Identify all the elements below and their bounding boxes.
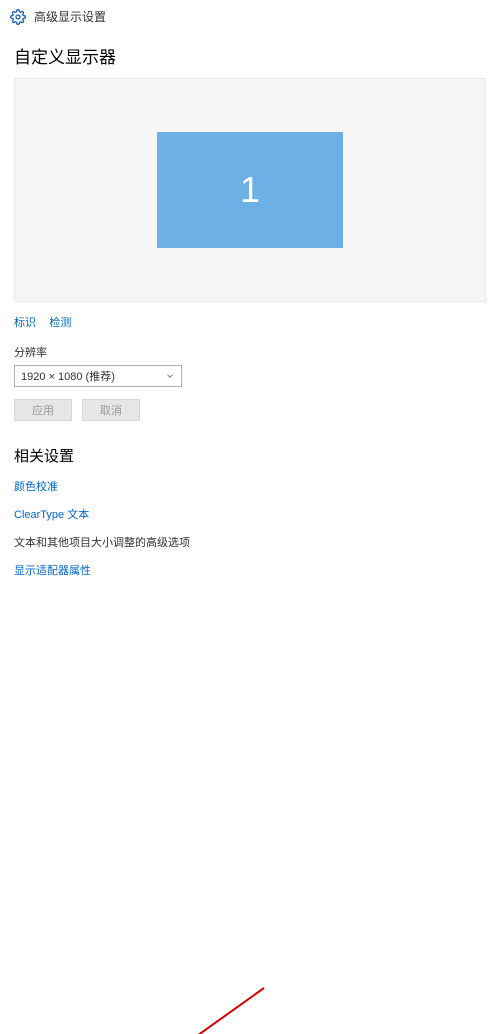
- apply-button[interactable]: 应用: [14, 399, 72, 421]
- gear-icon: [10, 9, 26, 25]
- monitor-tile-1[interactable]: 1: [157, 132, 343, 248]
- window-header: 高级显示设置: [0, 0, 500, 33]
- monitor-number: 1: [240, 169, 260, 211]
- color-calibration-link[interactable]: 颜色校准: [14, 478, 486, 494]
- cancel-button[interactable]: 取消: [82, 399, 140, 421]
- resolution-label: 分辨率: [14, 344, 486, 360]
- advanced-sizing-text: 文本和其他项目大小调整的高级选项: [14, 534, 486, 550]
- annotation-arrow: [0, 590, 500, 1034]
- adapter-properties-link[interactable]: 显示适配器属性: [14, 562, 486, 578]
- detect-link[interactable]: 检测: [49, 317, 71, 329]
- display-actions: 标识 检测: [14, 314, 486, 330]
- custom-display-heading: 自定义显示器: [14, 43, 486, 68]
- display-preview-area: 1: [14, 78, 486, 302]
- window-title: 高级显示设置: [34, 8, 106, 25]
- related-settings: 相关设置 颜色校准 ClearType 文本 文本和其他项目大小调整的高级选项 …: [14, 445, 486, 578]
- action-buttons: 应用 取消: [14, 399, 486, 421]
- chevron-down-icon: [165, 371, 175, 381]
- related-heading: 相关设置: [14, 445, 486, 466]
- cleartype-text-link[interactable]: ClearType 文本: [14, 506, 486, 522]
- resolution-dropdown[interactable]: 1920 × 1080 (推荐): [14, 365, 182, 387]
- resolution-value: 1920 × 1080 (推荐): [21, 368, 115, 384]
- identify-link[interactable]: 标识: [14, 317, 36, 329]
